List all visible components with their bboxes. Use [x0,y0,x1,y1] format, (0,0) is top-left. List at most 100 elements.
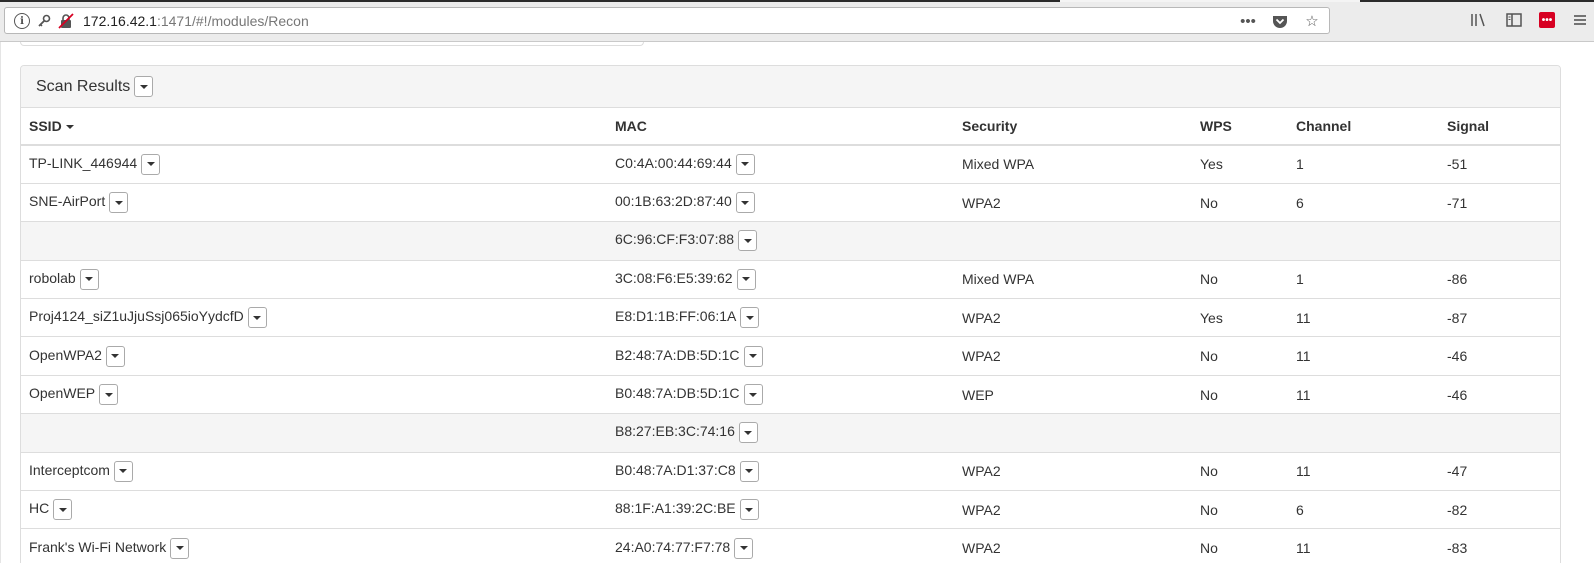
mac-dropdown-button[interactable] [739,460,759,482]
ssid-text: Interceptcom [29,462,110,479]
cell-signal: -46 [1439,374,1560,414]
ssid-dropdown-button[interactable] [141,153,161,175]
mac-dropdown-button[interactable] [735,192,755,214]
cell-mac: E8:D1:1B:FF:06:1A [607,298,954,337]
caret-down-icon [749,392,758,397]
url-path: :1471/#!/modules/Recon [156,13,309,29]
ssid-dropdown-button[interactable] [170,537,190,559]
cell-wps: Yes [1192,298,1288,337]
url-text[interactable]: 172.16.42.1:1471/#!/modules/Recon [83,13,309,29]
caret-down-icon [104,392,113,397]
table-row: Proj4124_siZ1uJjuSsj065ioYydcfD E8:D1:1B:… [21,298,1560,337]
tab-strip-highlight [1060,0,1360,2]
bookmark-star-icon[interactable]: ☆ [1303,11,1321,31]
cell-mac: 00:1B:63:2D:87:40 [607,182,954,222]
table-row: OpenWPA2 B2:48:7A:DB:5D:1C WPA2 No 11 -46 [21,336,1560,376]
cell-channel: 1 [1288,259,1439,299]
caret-down-icon [146,162,155,167]
caret-down-icon [175,546,184,551]
cell-mac: B0:48:7A:DB:5D:1C [607,374,954,414]
mac-dropdown-button[interactable] [743,345,763,367]
ssid-dropdown-button[interactable] [79,268,99,290]
extension-icon[interactable]: ••• [1539,12,1555,28]
cell-security: Mixed WPA [954,144,1192,184]
insecure-lock-icon[interactable] [58,12,74,30]
mac-dropdown-button[interactable] [740,307,760,329]
cell-signal: -47 [1439,451,1560,491]
ssid-dropdown-button[interactable] [105,345,125,367]
mac-text: 3C:08:F6:E5:39:62 [615,270,733,287]
caret-down-icon [58,507,67,512]
key-icon[interactable] [36,12,52,30]
menu-icon[interactable] [1570,9,1590,31]
cell-security: WPA2 [954,336,1192,376]
header-security[interactable]: Security [954,108,1192,146]
cell-signal: -82 [1439,490,1560,529]
cell-security: WEP [954,374,1192,414]
caret-down-icon [111,354,120,359]
mac-text: B8:27:EB:3C:74:16 [615,423,735,440]
mac-dropdown-button[interactable] [735,153,755,175]
table-header-row: SSID MAC Security WPS Channel Signal [21,108,1560,146]
cell-ssid [21,413,607,453]
mac-text: C0:4A:00:44:69:44 [615,155,732,172]
cell-mac: B0:48:7A:D1:37:C8 [607,451,954,491]
mac-text: 00:1B:63:2D:87:40 [615,193,732,210]
url-bar[interactable]: i 172.16.42.1:1471/#!/modules/Recon ••• … [4,7,1330,34]
header-channel[interactable]: Channel [1288,108,1439,146]
mac-text: 24:A0:74:77:F7:78 [615,539,731,556]
pocket-icon[interactable] [1271,11,1289,31]
ssid-dropdown-button[interactable] [113,460,133,482]
header-mac[interactable]: MAC [607,108,954,146]
cell-signal: -51 [1439,144,1560,184]
cell-channel [1288,221,1439,261]
ssid-dropdown-button[interactable] [99,384,119,406]
cell-channel: 11 [1288,298,1439,337]
table-row: 6C:96:CF:F3:07:88 [21,221,1560,261]
ssid-text: Frank's Wi-Fi Network [29,539,167,556]
caret-down-icon [743,238,752,243]
cell-ssid: OpenWEP [21,374,607,414]
browser-toolbar: i 172.16.42.1:1471/#!/modules/Recon ••• … [0,0,1594,42]
mac-text: B2:48:7A:DB:5D:1C [615,346,740,363]
cell-security: WPA2 [954,298,1192,337]
cell-wps: No [1192,336,1288,376]
page-content: Scan Results SSID MAC Security WPS Chann… [0,42,1594,563]
mac-dropdown-button[interactable] [738,422,758,444]
cell-channel: 6 [1288,182,1439,222]
table-row: B8:27:EB:3C:74:16 [21,413,1560,453]
cell-security [954,413,1192,453]
header-ssid[interactable]: SSID [21,108,607,146]
mac-dropdown-button[interactable] [738,230,758,252]
info-icon[interactable]: i [14,13,30,29]
cell-ssid: robolab [21,259,607,299]
cell-wps: No [1192,182,1288,222]
cell-wps: No [1192,451,1288,491]
caret-down-icon [253,315,262,320]
cell-mac: 24:A0:74:77:F7:78 [607,528,954,563]
cell-mac: B2:48:7A:DB:5D:1C [607,336,954,376]
more-actions-icon[interactable]: ••• [1239,11,1257,31]
mac-dropdown-button[interactable] [734,537,754,559]
header-wps[interactable]: WPS [1192,108,1288,146]
cell-mac: 88:1F:A1:39:2C:BE [607,490,954,529]
caret-down-icon [749,354,758,359]
cell-wps: Yes [1192,144,1288,184]
cell-security: WPA2 [954,451,1192,491]
mac-dropdown-button[interactable] [736,268,756,290]
mac-dropdown-button[interactable] [739,499,759,521]
sidebar-icon[interactable] [1504,9,1524,31]
caret-down-icon [114,200,123,205]
library-icon[interactable] [1469,9,1489,31]
cell-wps: No [1192,259,1288,299]
cell-wps: No [1192,374,1288,414]
header-signal[interactable]: Signal [1439,108,1560,146]
cell-security: WPA2 [954,528,1192,563]
ssid-dropdown-button[interactable] [247,307,267,329]
cell-mac: B8:27:EB:3C:74:16 [607,413,954,453]
ssid-dropdown-button[interactable] [109,192,129,214]
caret-down-icon [139,84,148,89]
panel-dropdown-button[interactable] [134,76,154,97]
mac-dropdown-button[interactable] [743,384,763,406]
ssid-dropdown-button[interactable] [53,499,73,521]
